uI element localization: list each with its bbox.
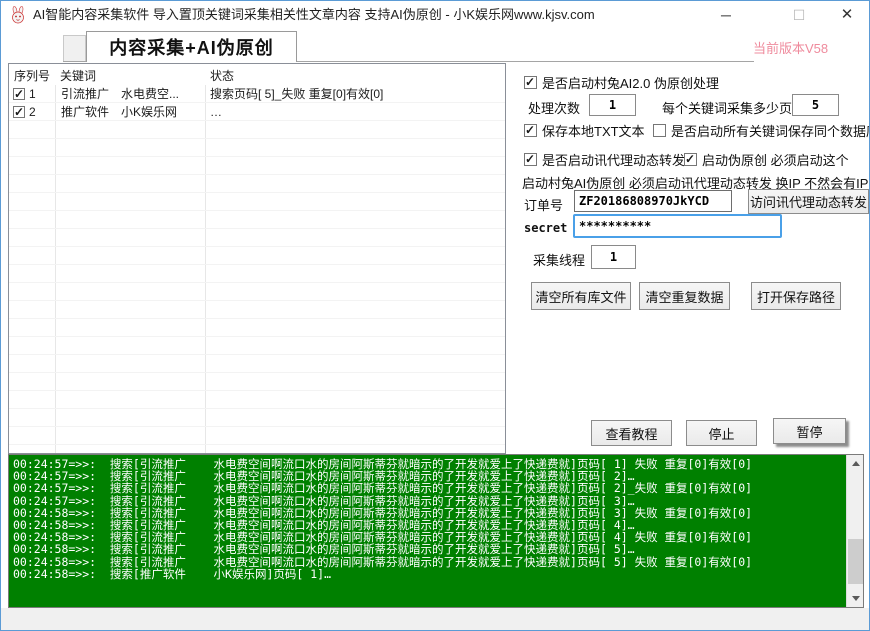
- process-times-input[interactable]: [589, 94, 636, 116]
- checkbox-row-save-txt: 保存本地TXT文本: [524, 121, 645, 140]
- clear-library-button[interactable]: 清空所有库文件: [531, 282, 631, 310]
- row-keyword: 引流推广: [55, 85, 121, 102]
- xun-proxy-label: 是否启动讯代理动态转发: [542, 150, 685, 169]
- tab-stub[interactable]: [63, 35, 86, 62]
- row-checkbox[interactable]: [13, 106, 25, 118]
- checkbox-row-pseudo-original: 启动伪原创 必须启动这个: [684, 150, 849, 169]
- log-line: 00:24:58=>>: 搜索[引流推广 水电费空间啊流口水的房间阿斯蒂芬就暗示…: [13, 507, 843, 519]
- row-checkbox[interactable]: [13, 88, 25, 100]
- scroll-up-icon[interactable]: [847, 455, 864, 472]
- table-header: 序列号 关键词 状态: [9, 64, 505, 85]
- log-console[interactable]: 00:24:57=>>: 搜索[引流推广 水电费空间啊流口水的房间阿斯蒂芬就暗示…: [8, 454, 864, 608]
- visit-proxy-button[interactable]: 访问讯代理动态转发: [748, 189, 869, 214]
- row-keyword-extra: 水电费空...: [121, 85, 179, 102]
- scroll-down-icon[interactable]: [847, 590, 864, 607]
- row-keyword-extra: 小K娱乐网: [121, 103, 177, 120]
- cuntu-ai-label: 是否启动村兔AI2.0 伪原创处理: [542, 73, 719, 92]
- checkbox-row-cuntu-ai: 是否启动村兔AI2.0 伪原创处理: [524, 73, 719, 92]
- log-line: 00:24:58=>>: 搜索[引流推广 水电费空间啊流口水的房间阿斯蒂芬就暗示…: [13, 531, 843, 543]
- log-line: 00:24:57=>>: 搜索[引流推广 水电费空间啊流口水的房间阿斯蒂芬就暗示…: [13, 458, 843, 470]
- xun-proxy-checkbox[interactable]: [524, 153, 537, 166]
- row-seq: 1: [29, 87, 36, 101]
- maximize-button[interactable]: ☐: [782, 1, 816, 29]
- secret-label: secret: [524, 221, 567, 235]
- view-tutorial-button[interactable]: 查看教程: [591, 420, 672, 446]
- proxy-note: 启动村兔AI伪原创 必须启动讯代理动态转发 换IP 不然会有IP限制: [522, 173, 870, 189]
- version-label: 当前版本V58: [753, 38, 865, 57]
- status-strip: [1, 608, 869, 630]
- collect-threads-input[interactable]: [591, 245, 636, 269]
- checkbox-row-same-db: 是否启动所有关键词保存同个数据库: [653, 121, 870, 140]
- app-window: AI智能内容采集软件 导入置顶关键词采集相关性文章内容 支持AI伪原创 - 小K…: [0, 0, 870, 631]
- row-keyword: 推广软件: [55, 103, 121, 120]
- log-line: 00:24:57=>>: 搜索[引流推广 水电费空间啊流口水的房间阿斯蒂芬就暗示…: [13, 495, 843, 507]
- same-db-checkbox[interactable]: [653, 124, 666, 137]
- pause-button[interactable]: 暂停: [773, 418, 846, 444]
- keyword-table: 序列号 关键词 状态 1 引流推广 水电费空... 搜索页码[ 5]_失败 重复…: [8, 63, 506, 454]
- log-scrollbar[interactable]: [846, 455, 863, 607]
- log-line: 00:24:57=>>: 搜索[引流推广 水电费空间啊流口水的房间阿斯蒂芬就暗示…: [13, 482, 843, 494]
- header-keyword[interactable]: 关键词: [55, 64, 205, 85]
- pages-per-keyword-input[interactable]: [792, 94, 839, 116]
- clear-duplicates-button[interactable]: 清空重复数据: [639, 282, 730, 310]
- log-line: 00:24:57=>>: 搜索[引流推广 水电费空间啊流口水的房间阿斯蒂芬就暗示…: [13, 470, 843, 482]
- log-lines: 00:24:57=>>: 搜索[引流推广 水电费空间啊流口水的房间阿斯蒂芬就暗示…: [13, 458, 843, 605]
- save-txt-checkbox[interactable]: [524, 124, 537, 137]
- scrollbar-thumb[interactable]: [848, 539, 863, 585]
- stop-button[interactable]: 停止: [686, 420, 757, 446]
- tab-content-collection[interactable]: 内容采集+AI伪原创: [86, 31, 297, 62]
- header-status[interactable]: 状态: [205, 64, 505, 85]
- open-save-path-button[interactable]: 打开保存路径: [751, 282, 841, 310]
- table-body: 1 引流推广 水电费空... 搜索页码[ 5]_失败 重复[0]有效[0] 2 …: [9, 85, 505, 453]
- order-number-label: 订单号: [524, 195, 563, 214]
- row-seq: 2: [29, 105, 36, 119]
- collect-threads-label: 采集线程: [533, 250, 585, 269]
- log-line: 00:24:58=>>: 搜索[引流推广 水电费空间啊流口水的房间阿斯蒂芬就暗示…: [13, 556, 843, 568]
- table-row[interactable]: 1 引流推广 水电费空... 搜索页码[ 5]_失败 重复[0]有效[0]: [9, 85, 505, 102]
- minimize-button[interactable]: ─: [709, 1, 743, 29]
- save-txt-label: 保存本地TXT文本: [542, 121, 645, 140]
- close-button[interactable]: ✕: [830, 1, 864, 29]
- pseudo-original-checkbox[interactable]: [684, 153, 697, 166]
- log-line: 00:24:58=>>: 搜索[引流推广 水电费空间啊流口水的房间阿斯蒂芬就暗示…: [13, 519, 843, 531]
- app-icon-rabbit: [9, 6, 27, 24]
- row-status: 搜索页码[ 5]_失败 重复[0]有效[0]: [205, 85, 505, 102]
- header-seq[interactable]: 序列号: [9, 64, 55, 85]
- log-line: 00:24:58=>>: 搜索[引流推广 水电费空间啊流口水的房间阿斯蒂芬就暗示…: [13, 543, 843, 555]
- window-title: AI智能内容采集软件 导入置顶关键词采集相关性文章内容 支持AI伪原创 - 小K…: [33, 1, 595, 29]
- same-db-label: 是否启动所有关键词保存同个数据库: [671, 121, 870, 140]
- process-times-label: 处理次数: [528, 98, 580, 117]
- pseudo-original-label: 启动伪原创 必须启动这个: [702, 150, 849, 169]
- secret-input[interactable]: [573, 214, 782, 238]
- cuntu-ai-checkbox[interactable]: [524, 76, 537, 89]
- row-status: …: [205, 105, 505, 119]
- table-row[interactable]: 2 推广软件 小K娱乐网 …: [9, 103, 505, 120]
- log-line: 00:24:58=>>: 搜索[推广软件 小K娱乐网]页码[ 1]…: [13, 568, 843, 580]
- checkbox-row-xun-proxy: 是否启动讯代理动态转发: [524, 150, 685, 169]
- title-bar[interactable]: AI智能内容采集软件 导入置顶关键词采集相关性文章内容 支持AI伪原创 - 小K…: [1, 1, 869, 29]
- pages-per-keyword-label: 每个关键词采集多少页: [662, 98, 792, 117]
- order-number-input[interactable]: [574, 190, 732, 212]
